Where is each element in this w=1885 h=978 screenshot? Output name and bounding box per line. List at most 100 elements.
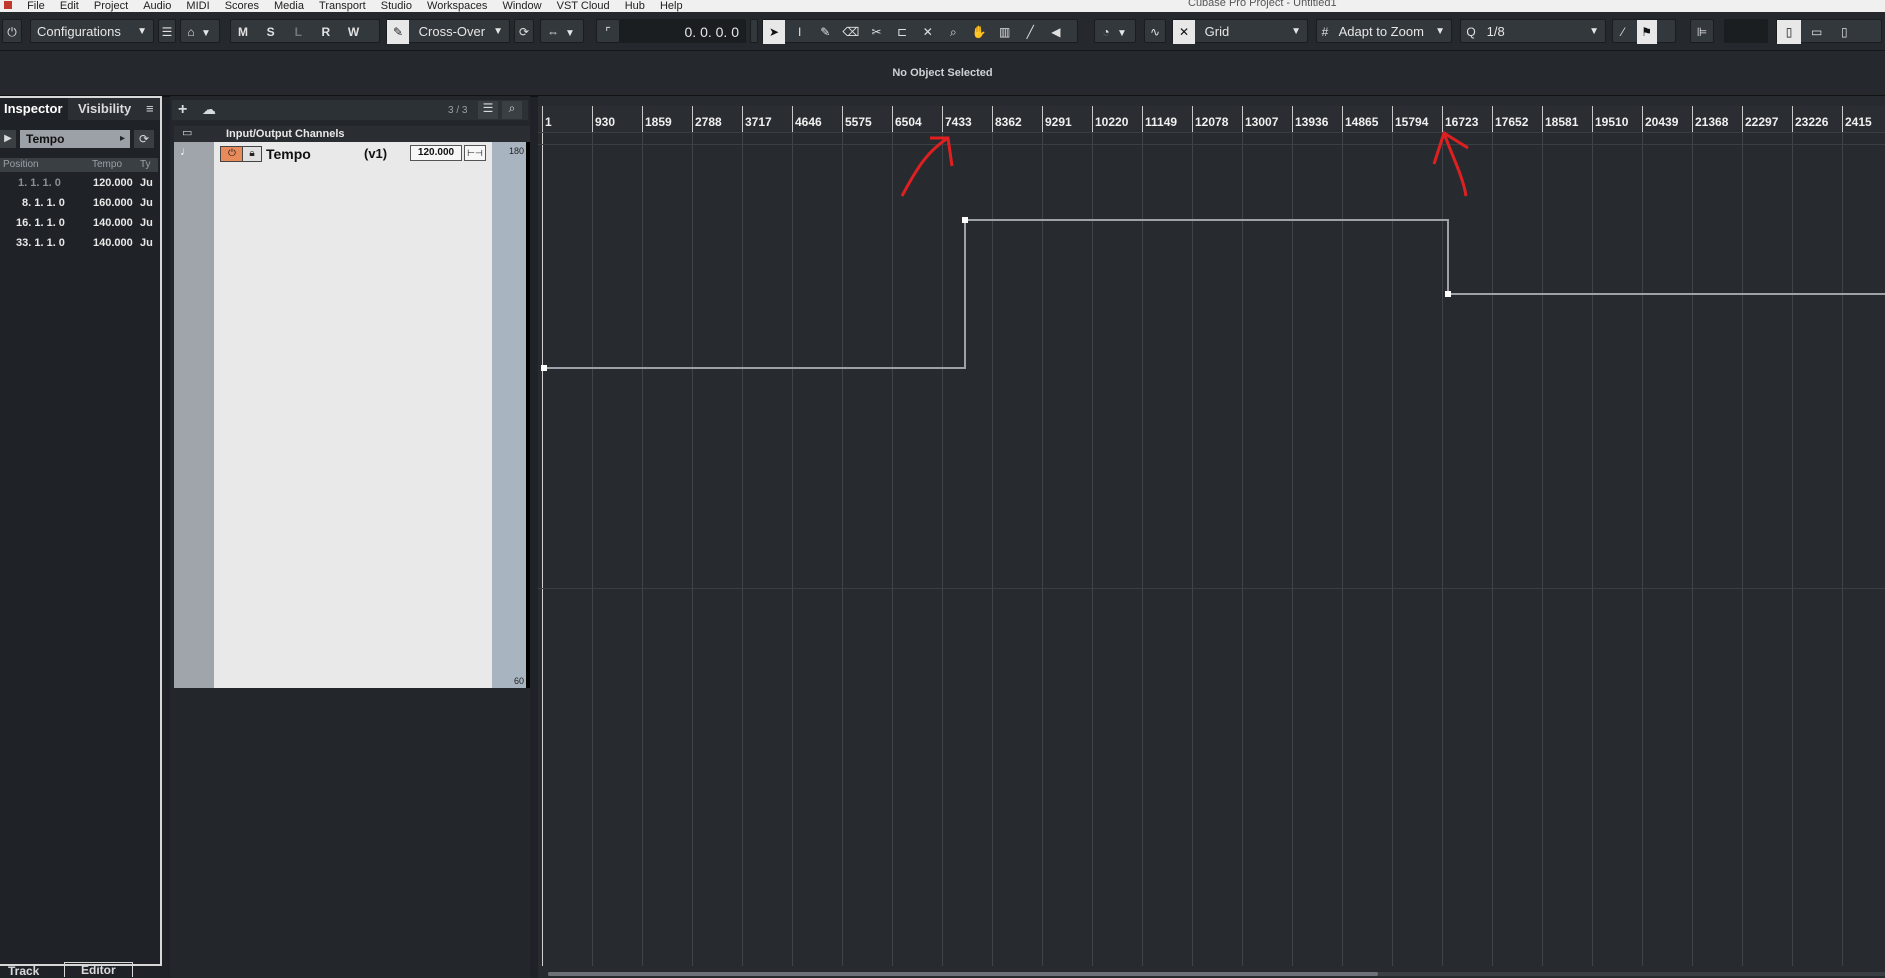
workspace-button[interactable]: ⌂ ▼ (180, 19, 220, 43)
menu-scores[interactable]: Scores (225, 0, 259, 12)
tempo-list-row[interactable]: 33. 1. 1. 0 140.000 Ju (0, 234, 158, 254)
iterative-quantize-icon[interactable]: ⁄ (1613, 20, 1633, 44)
reset-icon: ⟳ (518, 25, 530, 39)
menu-audio[interactable]: Audio (143, 0, 171, 12)
tempo-event-point[interactable] (541, 365, 547, 371)
align-button[interactable]: ⊫ (1690, 19, 1714, 43)
list-view-button[interactable]: ☰ (158, 19, 176, 43)
inspector-menu-icon[interactable]: ≡ (142, 98, 158, 120)
menu-workspaces[interactable]: Workspaces (427, 0, 487, 12)
quantize-options-group: ⁄ ⚑ ⟳ (1612, 19, 1676, 63)
activate-project-button[interactable]: ⏻ (2, 19, 22, 43)
bracket-icon: ⌜ (605, 25, 611, 39)
cubase-logo-icon (4, 1, 12, 9)
horizontal-scrollbar[interactable] (548, 972, 1885, 976)
tempo-list-row[interactable]: 16. 1. 1. 0 140.000 Ju (0, 214, 158, 234)
lower-zone-toggle-icon[interactable]: ▭ (1805, 20, 1829, 44)
play-tool-icon[interactable]: ◀ (1045, 20, 1067, 44)
menu-midi[interactable]: MIDI (186, 0, 209, 12)
line-tool-icon[interactable]: ╱ (1019, 20, 1041, 44)
menu-hub[interactable]: Hub (625, 0, 645, 12)
inspector-tabs: Inspector Visibility ≡ (0, 98, 160, 120)
track-list-view-icon[interactable]: ☰ (478, 101, 498, 119)
track-name: Tempo (266, 146, 311, 162)
inspector-track-name[interactable]: Tempo (20, 130, 130, 148)
tempo-line (544, 219, 1885, 369)
menu-file[interactable]: File (27, 0, 45, 12)
nudge-button[interactable]: ⇔ ▼ (540, 19, 584, 43)
chevron-right-icon: ▸ (120, 133, 126, 144)
menu-vst-cloud[interactable]: VST Cloud (557, 0, 610, 12)
snap-type-dropdown[interactable]: ✕ Grid ▼ (1172, 19, 1308, 44)
tempo-list-row[interactable]: 1. 1. 1. 0 120.000 Ju (0, 174, 158, 194)
quantize-dropdown[interactable]: Q 1/8 ▼ (1460, 19, 1606, 43)
tab-track[interactable]: Track (8, 964, 39, 978)
align-icon: ⊫ (1696, 25, 1708, 39)
folder-track-input-output[interactable]: ▭ Input/Output Channels (174, 126, 530, 142)
fixed-tempo-icon[interactable]: ⊢⊣ (464, 145, 486, 161)
lock-icon[interactable]: 🔒︎ (242, 146, 262, 162)
read-automation-button[interactable]: R (314, 20, 338, 44)
play-icon[interactable]: ▶ (0, 130, 16, 148)
tempo-value-field[interactable]: 120.000 (410, 145, 462, 161)
automation-settings-button[interactable]: ⟳ (514, 19, 534, 43)
performance-meter[interactable] (1724, 19, 1768, 43)
object-selection-tool-icon[interactable]: ➤ (763, 20, 785, 44)
scrollbar-thumb[interactable] (548, 972, 1378, 976)
position-display[interactable]: 0. 0. 0. 0 (620, 19, 746, 43)
column-tempo[interactable]: Tempo (92, 159, 122, 170)
inspector-toggle-icon[interactable]: ▯ (1777, 20, 1801, 44)
menu-project[interactable]: Project (94, 0, 128, 12)
right-zone-toggle-icon[interactable]: ▯ (1832, 20, 1856, 44)
menu-media[interactable]: Media (274, 0, 304, 12)
folder-icon: ▭ (182, 127, 193, 139)
snap-zero-crossing-button[interactable]: ∿ (1144, 19, 1166, 43)
tempo-event-point[interactable] (962, 217, 968, 223)
tempo-track[interactable]: ⏻ 🔒︎ Tempo (v1) 120.000 ⊢⊣ (214, 142, 526, 688)
toolbar-handle[interactable] (750, 19, 758, 43)
info-line: No Object Selected (0, 51, 1885, 97)
menu-edit[interactable]: Edit (60, 0, 79, 12)
solo-button[interactable]: S (259, 20, 283, 44)
split-tool-icon[interactable]: ✂ (866, 20, 888, 44)
quantize-flag-icon[interactable]: ⚑ (1636, 20, 1657, 44)
tempo-list-row[interactable]: 8. 1. 1. 0 160.000 Ju (0, 194, 158, 214)
tab-editor[interactable]: Editor (64, 962, 133, 977)
toolbar: ⏻ Configurations▼ ☰ ⌂▼ M S L R W A ✎ Cro… (0, 12, 1885, 63)
list-icon: ☰ (161, 25, 173, 39)
tempo-event-point[interactable] (1445, 291, 1451, 297)
power-icon[interactable]: ⏻ (220, 146, 244, 162)
auto-scroll-button[interactable]: ◔ ▼ (1094, 19, 1136, 43)
mute-button[interactable]: M (231, 20, 255, 44)
draw-tool-icon[interactable]: ✎ (814, 20, 836, 44)
range-selection-tool-icon[interactable]: I (789, 20, 811, 44)
tab-inspector[interactable]: Inspector (0, 98, 68, 120)
track-version: (v1) (364, 146, 388, 161)
add-track-folder-icon[interactable]: ☁ (202, 101, 216, 118)
mute-tool-icon[interactable]: ✕ (917, 20, 939, 44)
tempo-list: 1. 1. 1. 0 120.000 Ju 8. 1. 1. 0 160.000… (0, 174, 158, 254)
tab-visibility[interactable]: Visibility (74, 98, 135, 120)
grid-type-dropdown[interactable]: # Adapt to Zoom ▼ (1316, 19, 1452, 43)
menu-help[interactable]: Help (660, 0, 683, 12)
search-icon[interactable]: ⌕ (502, 101, 522, 119)
write-automation-button[interactable]: W (342, 20, 366, 44)
listen-button[interactable]: L (286, 20, 310, 44)
edit-icon[interactable]: ⟳ (134, 130, 154, 148)
comp-tool-icon[interactable]: ▥ (994, 20, 1016, 44)
configurations-dropdown[interactable]: Configurations ▼ (30, 19, 154, 43)
automation-mode-dropdown[interactable]: ✎ Cross-Over ▼ (386, 19, 510, 44)
time-warp-tool-icon[interactable]: ✋ (968, 20, 990, 44)
menu-window[interactable]: Window (502, 0, 541, 12)
glue-tool-icon[interactable]: ⊏ (891, 20, 913, 44)
erase-tool-icon[interactable]: ⌫ (840, 20, 862, 44)
column-position[interactable]: Position (3, 159, 39, 170)
column-type[interactable]: Ty (140, 159, 151, 170)
zoom-tool-icon[interactable]: ⌕ (942, 20, 964, 44)
menu-studio[interactable]: Studio (381, 0, 412, 12)
power-icon: ⏻ (7, 25, 17, 39)
tempo-curve (541, 130, 1885, 371)
add-track-icon[interactable]: + (178, 101, 187, 119)
menu-transport[interactable]: Transport (319, 0, 366, 12)
locate-start-button[interactable]: ⌜ (596, 19, 620, 43)
